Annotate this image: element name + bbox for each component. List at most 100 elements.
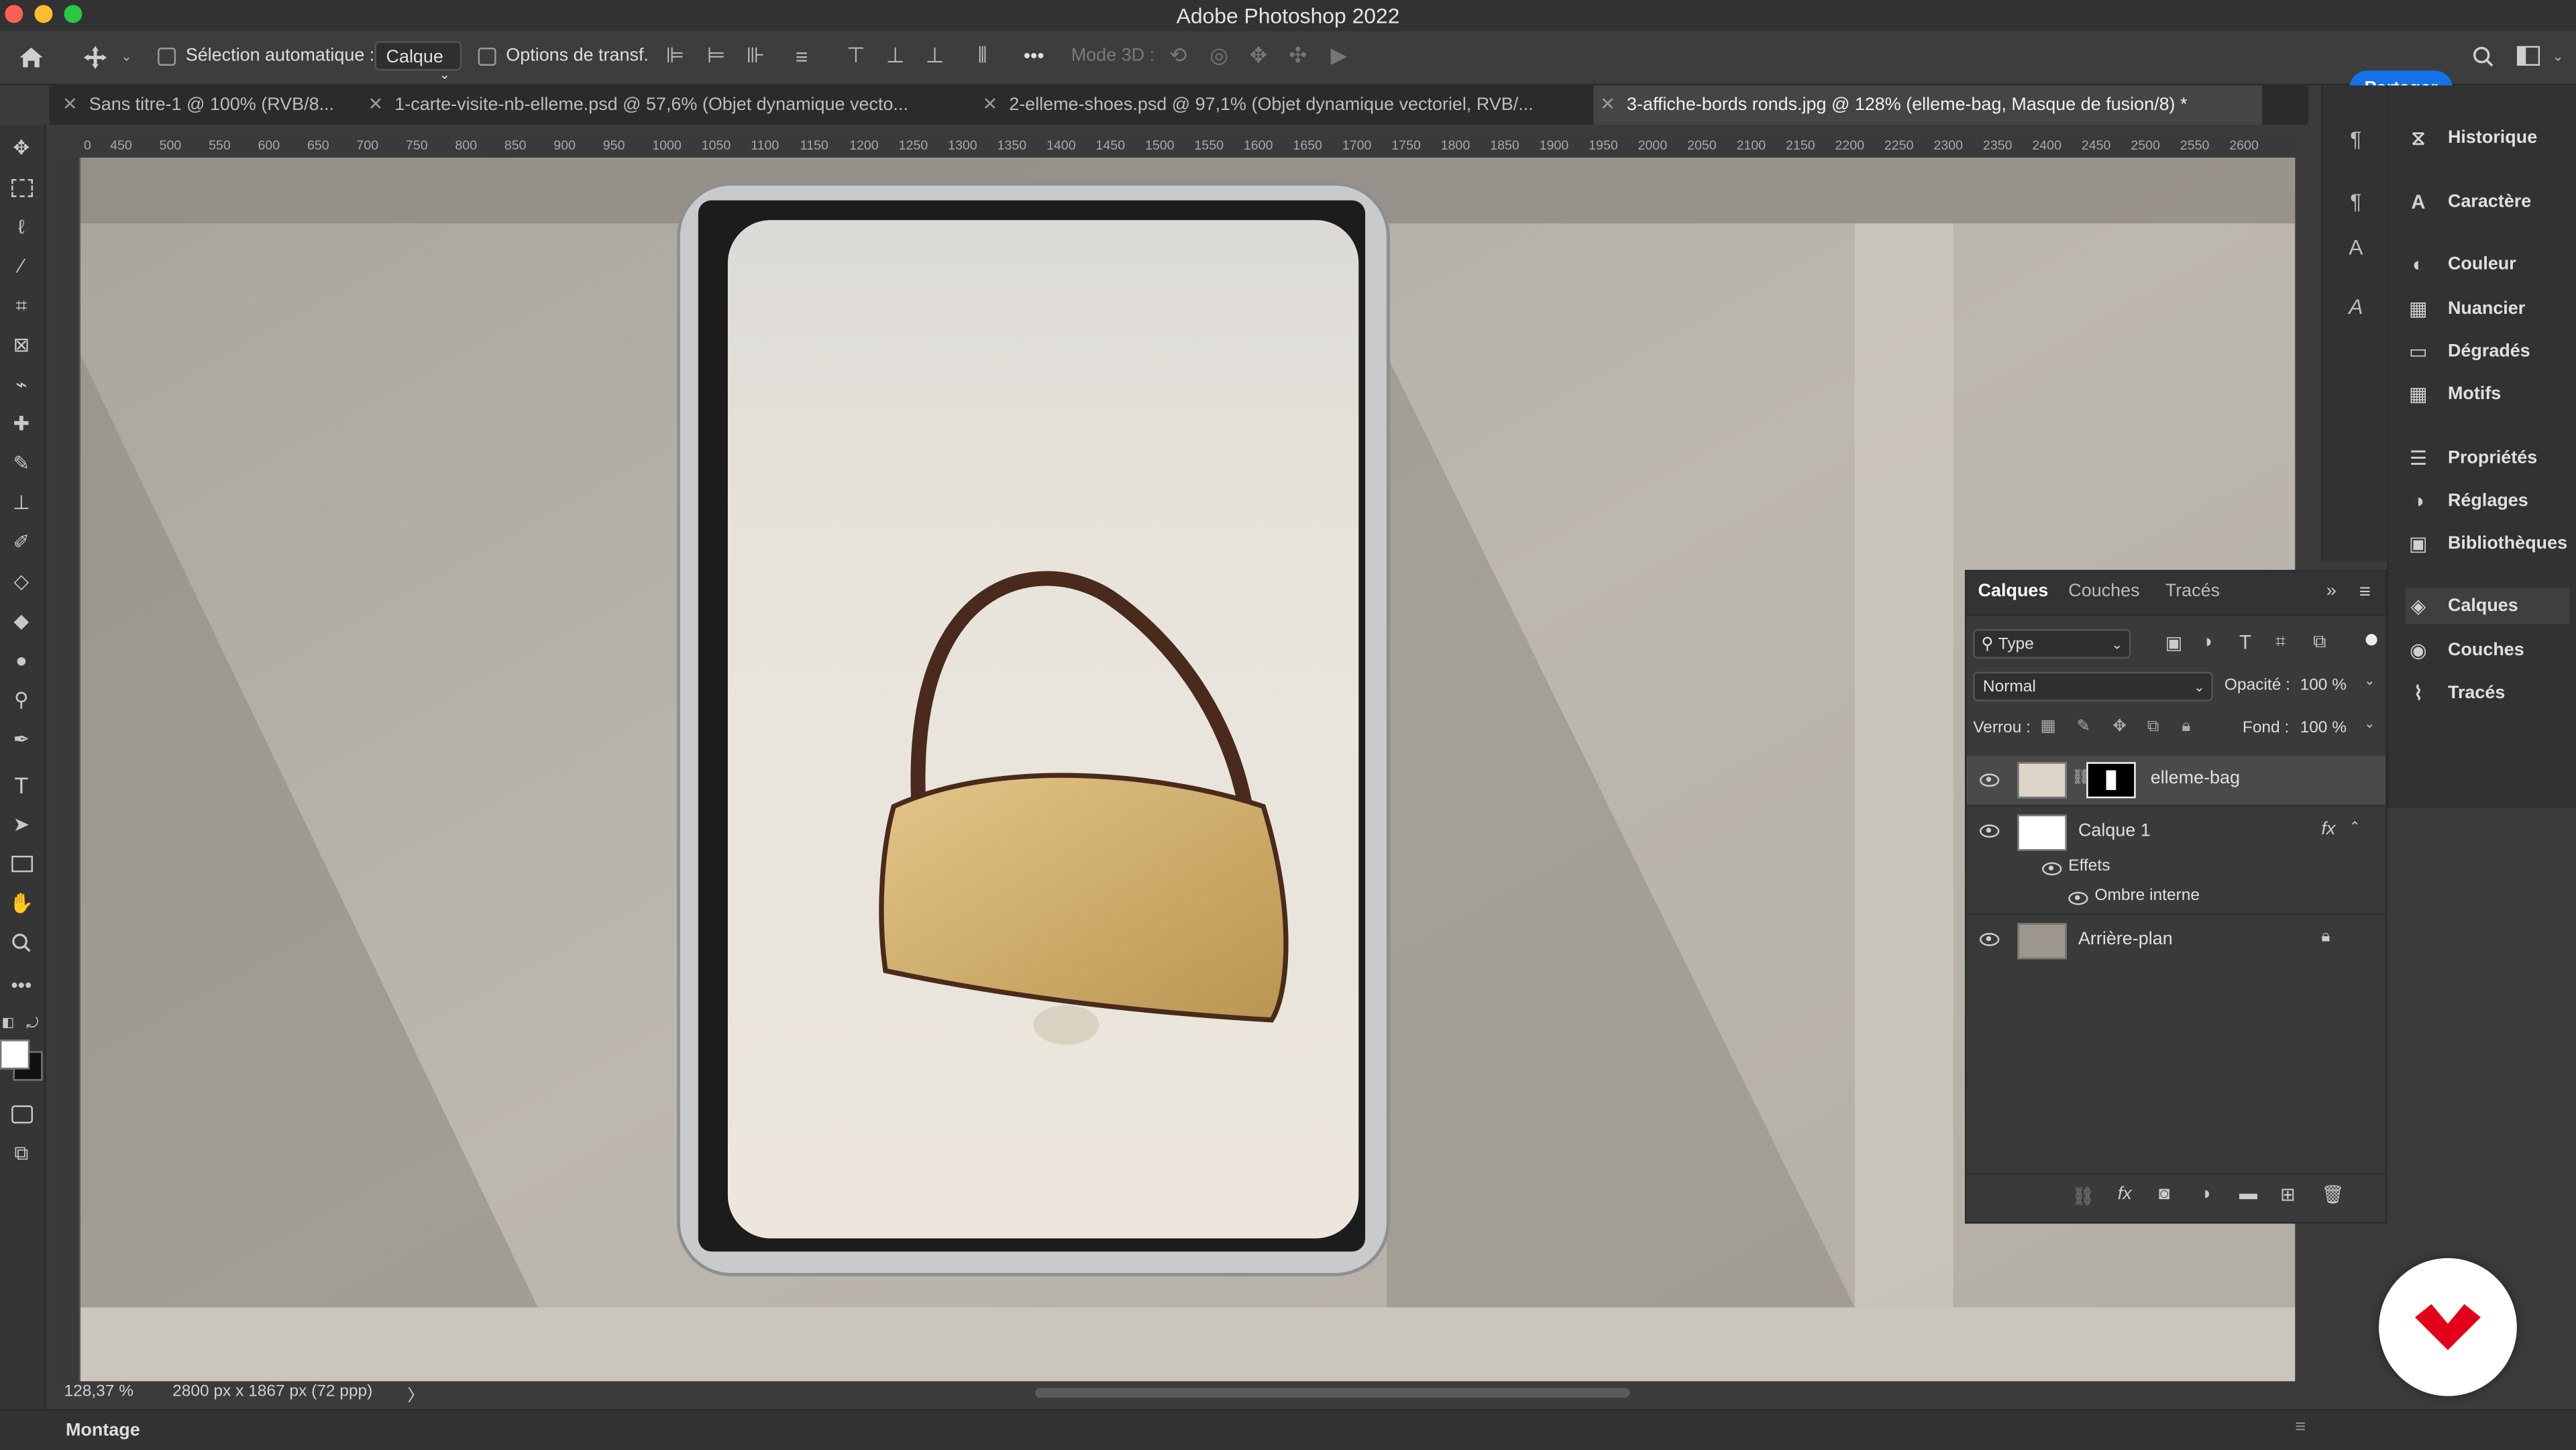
new-group-icon[interactable]: ▬ <box>2239 1184 2257 1204</box>
panel-couches[interactable]: ◉ Couches <box>2405 632 2569 669</box>
hand-tool-icon[interactable]: ✋ <box>5 887 38 919</box>
tab-traces[interactable]: Tracés <box>2165 581 2220 601</box>
close-icon[interactable]: ✕ <box>62 95 78 115</box>
magic-wand-tool-icon[interactable]: ⁄ <box>5 249 38 282</box>
visibility-eye-icon[interactable] <box>1980 824 2000 838</box>
effects-row[interactable]: Effets <box>1966 854 2385 883</box>
new-adjustment-icon[interactable]: ◑ <box>2200 1184 2210 1204</box>
align-right-icon[interactable]: ⊪ <box>744 43 767 69</box>
screen-mode-icon[interactable]: ⧉ <box>5 1137 38 1170</box>
history-brush-tool-icon[interactable]: ✐ <box>5 526 38 559</box>
status-menu-arrow[interactable]: 〉 <box>407 1382 423 1406</box>
panel-menu-icon[interactable]: ≡ <box>2359 579 2371 602</box>
paint-bucket-tool-icon[interactable]: ◆ <box>5 604 38 637</box>
swap-colors-icon[interactable]: ⤾ <box>26 1015 38 1033</box>
path-selection-tool-icon[interactable]: ➤ <box>5 808 38 841</box>
effect-row-inner-shadow[interactable]: Ombre interne <box>1966 884 2385 913</box>
panel-bibliotheques[interactable]: ▣ Bibliothèques <box>2405 526 2569 562</box>
lock-all-icon[interactable]: 🔒︎ <box>2182 718 2190 736</box>
panel-proprietes[interactable]: ☰ Propriétés <box>2405 440 2569 476</box>
panel-calques[interactable]: ◈ Calques <box>2405 588 2570 624</box>
visibility-eye-icon[interactable] <box>2068 891 2088 905</box>
crop-tool-icon[interactable]: ⌗ <box>5 289 38 322</box>
panel-historique[interactable]: ⧖ Historique <box>2405 120 2569 156</box>
layer-row-elleme-bag[interactable]: ⛓ elleme-bag <box>1966 755 2385 805</box>
layer-row-calque-1[interactable]: Calque 1 fx ⌃ <box>1966 805 2385 856</box>
align-top-icon[interactable]: ⊤ <box>845 43 867 69</box>
layer-mask-thumbnail[interactable] <box>2086 762 2136 799</box>
auto-select-dropdown[interactable]: Calque ⌄ <box>374 41 462 82</box>
zoom-tool-icon[interactable] <box>5 926 38 959</box>
visibility-eye-icon[interactable] <box>2042 862 2062 876</box>
glyphs-icon[interactable]: A <box>2343 292 2369 319</box>
pen-tool-icon[interactable]: ✒ <box>5 723 38 756</box>
layer-filter-dropdown[interactable]: ⚲ Type ⌄ <box>1973 628 2131 659</box>
chevron-down-icon[interactable]: ⌄ <box>118 46 134 66</box>
paragraph-icon[interactable]: ¶ <box>2343 125 2369 151</box>
panel-degrades[interactable]: ▭ Dégradés <box>2405 333 2569 370</box>
delete-layer-icon[interactable]: 🗑︎ <box>2321 1184 2344 1205</box>
visibility-eye-icon[interactable] <box>1980 933 2000 946</box>
lock-position-icon[interactable]: ✥ <box>2112 718 2127 736</box>
align-center-icon[interactable]: ⊨ <box>705 43 728 69</box>
lasso-tool-icon[interactable]: ℓ <box>5 210 38 243</box>
panel-caractere[interactable]: A Caractère <box>2405 184 2569 220</box>
foreground-color-swatch[interactable] <box>0 1040 30 1070</box>
panel-expand-icon[interactable]: » <box>2326 581 2337 601</box>
tab-sans-titre[interactable]: ✕ Sans titre-1 @ 100% (RVB/8... <box>62 85 362 125</box>
close-icon[interactable]: ✕ <box>368 95 384 115</box>
layer-row-arriere-plan[interactable]: Arrière-plan 🔒︎ <box>1966 913 2385 964</box>
visibility-eye-icon[interactable] <box>1980 773 2000 787</box>
distribute-vertical-icon[interactable]: ⦀ <box>971 43 994 69</box>
blend-mode-dropdown[interactable]: Normal ⌄ <box>1973 671 2213 702</box>
move-tool-icon[interactable]: ✥ <box>5 131 38 164</box>
type-tool-icon[interactable]: T <box>5 769 38 801</box>
panel-traces[interactable]: ⌇ Tracés <box>2405 675 2569 712</box>
chevron-down-icon[interactable]: ⌄ <box>2364 673 2375 688</box>
opacity-input[interactable]: 100 % <box>2300 677 2347 695</box>
effects-fx-icon[interactable]: fx <box>2321 820 2335 839</box>
workspace-icon[interactable] <box>2514 43 2543 69</box>
tab-affiche-bords-ronds[interactable]: ✕ 3-affiche-bords ronds.jpg @ 128% (ellem… <box>1593 85 2263 125</box>
default-colors-icon[interactable]: ◧ <box>1 1015 14 1029</box>
eraser-tool-icon[interactable]: ◇ <box>5 565 38 598</box>
eyedropper-tool-icon[interactable]: ⌁ <box>5 368 38 401</box>
auto-select-checkbox[interactable] <box>158 48 176 66</box>
fill-input[interactable]: 100 % <box>2300 720 2347 738</box>
blur-tool-icon[interactable]: ● <box>5 644 38 677</box>
panel-motifs[interactable]: ▦ Motifs <box>2405 376 2569 412</box>
workspace-label[interactable]: Montage <box>66 1420 140 1440</box>
align-middle-icon[interactable]: ⊥ <box>884 43 907 69</box>
filter-toggle-icon[interactable] <box>2365 634 2377 646</box>
panel-couleur[interactable]: ◐ Couleur <box>2405 246 2569 282</box>
home-icon[interactable] <box>13 43 50 72</box>
search-icon[interactable] <box>2469 43 2496 69</box>
document-canvas[interactable] <box>80 158 2296 1382</box>
link-layers-icon[interactable]: ⛓ <box>2072 1186 2094 1207</box>
frame-tool-icon[interactable]: ⊠ <box>5 329 38 361</box>
lock-artboard-icon[interactable]: ⧉ <box>2147 718 2159 736</box>
filter-shape-icon[interactable]: ⌗ <box>2275 632 2286 654</box>
lock-transparency-icon[interactable]: ▦ <box>2041 718 2056 736</box>
tab-carte-visite[interactable]: ✕ 1-carte-visite-nb-elleme.psd @ 57,6% (O… <box>368 85 963 125</box>
chevron-down-icon[interactable]: ⌄ <box>2550 46 2566 66</box>
chevron-up-icon[interactable]: ⌃ <box>2349 820 2360 834</box>
rectangle-tool-icon[interactable] <box>5 848 38 881</box>
new-layer-icon[interactable]: ⊞ <box>2280 1184 2296 1205</box>
add-mask-icon[interactable]: ◙ <box>2159 1184 2169 1204</box>
lock-image-icon[interactable]: ✎ <box>2077 718 2091 736</box>
horizontal-scrollbar[interactable] <box>1034 1388 1630 1398</box>
align-bottom-icon[interactable]: ⊥ <box>923 43 946 69</box>
move-icon[interactable] <box>79 43 112 72</box>
paragraph-styles-icon[interactable]: ¶ <box>2343 187 2369 213</box>
panel-reglages[interactable]: ◑ Réglages <box>2405 483 2569 519</box>
tab-couches[interactable]: Couches <box>2068 581 2139 601</box>
panel-nuancier[interactable]: ▦ Nuancier <box>2405 290 2569 327</box>
healing-brush-tool-icon[interactable]: ✚ <box>5 407 38 440</box>
zoom-level[interactable]: 128,37 % <box>64 1383 134 1401</box>
filter-smart-object-icon[interactable]: ⧉ <box>2313 632 2326 654</box>
align-left-icon[interactable]: ⊫ <box>663 43 686 69</box>
more-options-button[interactable]: ••• <box>1024 44 1044 67</box>
tab-elleme-shoes[interactable]: ✕ 2-elleme-shoes.psd @ 97,1% (Objet dynam… <box>982 85 1577 125</box>
filter-pixel-icon[interactable]: ▣ <box>2165 632 2182 653</box>
